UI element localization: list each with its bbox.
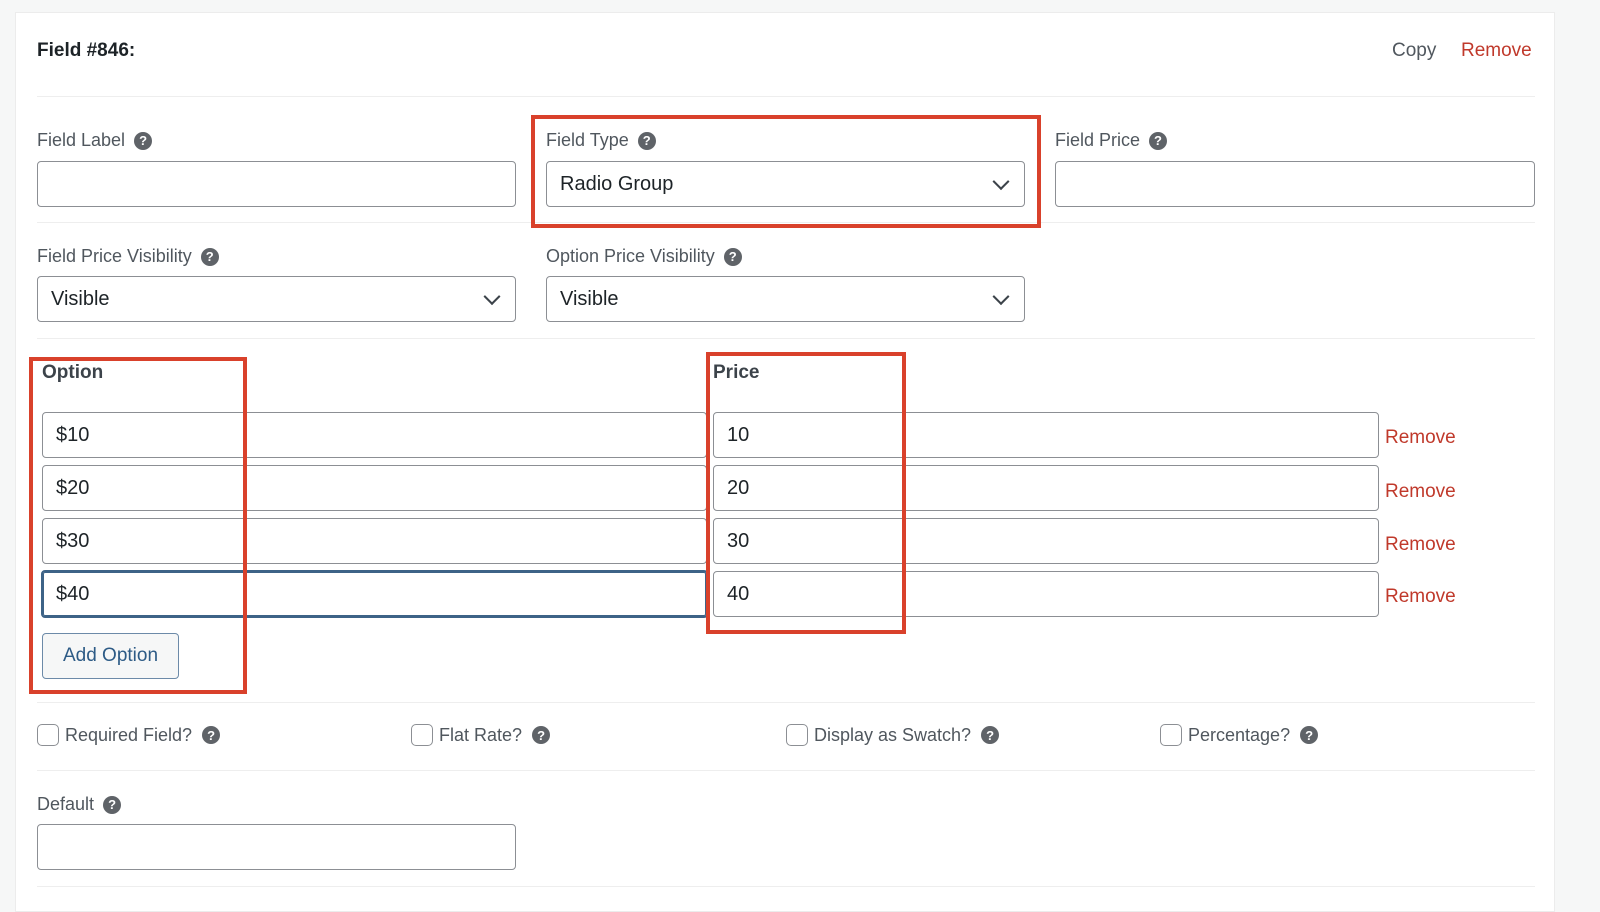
option-input[interactable]: $20 — [42, 465, 707, 511]
field-title: Field #846: — [37, 40, 136, 61]
default-input[interactable] — [37, 824, 516, 870]
copy-button[interactable]: Copy — [1392, 40, 1436, 62]
field-price-input[interactable] — [1055, 161, 1535, 207]
help-icon[interactable]: ? — [200, 247, 219, 266]
remove-field-button[interactable]: Remove — [1461, 40, 1532, 62]
option-input-focused[interactable]: $40 — [41, 570, 708, 618]
option-price-visibility-select[interactable]: Visible — [546, 276, 1025, 322]
percentage-checkbox-row[interactable]: Percentage? ? — [1160, 724, 1319, 746]
required-field-checkbox[interactable] — [37, 724, 59, 746]
field-label-input[interactable] — [37, 161, 516, 207]
flat-rate-checkbox-row[interactable]: Flat Rate? ? — [411, 724, 551, 746]
percentage-checkbox[interactable] — [1160, 724, 1182, 746]
price-input[interactable]: 20 — [713, 465, 1379, 511]
divider — [37, 338, 1535, 339]
option-input[interactable]: $10 — [42, 412, 707, 458]
help-icon[interactable]: ? — [202, 726, 221, 744]
checkbox-label: Percentage? — [1188, 724, 1291, 745]
divider — [37, 96, 1535, 97]
field-type-value: Radio Group — [560, 172, 674, 195]
divider — [37, 222, 1535, 223]
price-column-header: Price — [713, 362, 760, 383]
price-input[interactable]: 40 — [713, 571, 1379, 617]
checkbox-label: Required Field? — [65, 724, 193, 745]
required-field-checkbox-row[interactable]: Required Field? ? — [37, 724, 221, 746]
remove-option-button[interactable]: Remove — [1385, 586, 1456, 608]
chevron-down-icon — [483, 288, 501, 306]
field-price-visibility-label: Field Price Visibility ? — [37, 246, 219, 267]
divider — [37, 886, 1535, 887]
field-type-label: Field Type ? — [546, 130, 656, 151]
chevron-down-icon — [992, 288, 1010, 306]
help-icon[interactable]: ? — [134, 131, 153, 150]
field-label-label: Field Label ? — [37, 130, 153, 151]
help-icon[interactable]: ? — [1300, 726, 1319, 744]
remove-option-button[interactable]: Remove — [1385, 427, 1456, 449]
field-price-visibility-select[interactable]: Visible — [37, 276, 516, 322]
option-price-visibility-label: Option Price Visibility ? — [546, 246, 742, 267]
divider — [37, 770, 1535, 771]
add-option-button[interactable]: Add Option — [42, 633, 179, 679]
checkbox-label: Display as Swatch? — [814, 724, 972, 745]
chevron-down-icon — [992, 173, 1010, 191]
option-price-visibility-value: Visible — [560, 287, 619, 310]
help-icon[interactable]: ? — [103, 795, 122, 814]
remove-option-button[interactable]: Remove — [1385, 481, 1456, 503]
field-type-select[interactable]: Radio Group — [546, 161, 1025, 207]
display-as-swatch-checkbox-row[interactable]: Display as Swatch? ? — [786, 724, 1000, 746]
help-icon[interactable]: ? — [532, 726, 551, 744]
default-label: Default ? — [37, 794, 122, 815]
remove-option-button[interactable]: Remove — [1385, 534, 1456, 556]
field-card — [15, 12, 1555, 912]
option-column-header: Option — [42, 362, 104, 383]
checkbox-label: Flat Rate? — [439, 724, 523, 745]
field-price-visibility-value: Visible — [51, 287, 110, 310]
display-as-swatch-checkbox[interactable] — [786, 724, 808, 746]
price-input[interactable]: 10 — [713, 412, 1379, 458]
field-price-label: Field Price ? — [1055, 130, 1168, 151]
help-icon[interactable]: ? — [637, 131, 656, 150]
help-icon[interactable]: ? — [723, 247, 742, 266]
price-input[interactable]: 30 — [713, 518, 1379, 564]
flat-rate-checkbox[interactable] — [411, 724, 433, 746]
help-icon[interactable]: ? — [1149, 131, 1168, 150]
help-icon[interactable]: ? — [981, 726, 1000, 744]
option-input[interactable]: $30 — [42, 518, 707, 564]
divider — [37, 702, 1535, 703]
